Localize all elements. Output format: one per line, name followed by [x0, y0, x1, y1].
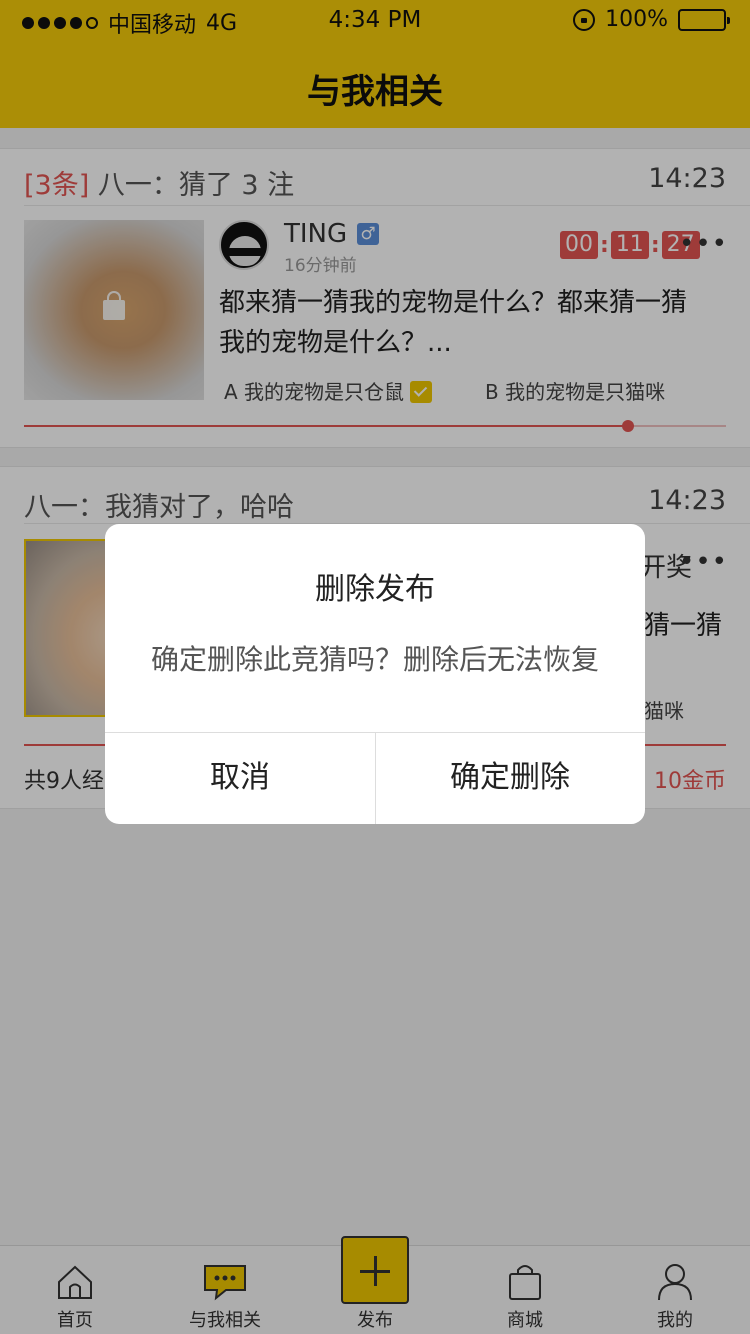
confirm-delete-button[interactable]: 确定删除	[375, 732, 645, 824]
cancel-button[interactable]: 取消	[105, 732, 375, 824]
dialog-message: 确定删除此竞猜吗？删除后无法恢复	[150, 643, 599, 676]
delete-dialog: 删除发布 确定删除此竞猜吗？删除后无法恢复 取消 确定删除	[105, 524, 645, 824]
dialog-title: 删除发布	[315, 572, 435, 607]
